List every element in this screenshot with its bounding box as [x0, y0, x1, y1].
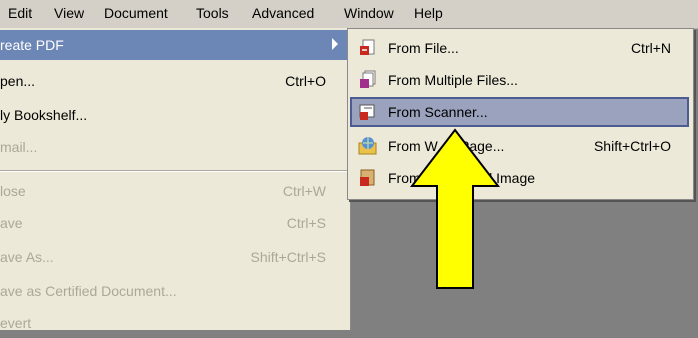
file-menu-dropdown: reate PDF pen... Ctrl+O ly Bookshelf... … — [0, 28, 351, 331]
submenu-item-label: From File... — [388, 40, 459, 56]
menu-item-my-bookshelf[interactable]: ly Bookshelf... — [0, 100, 348, 130]
menu-bar: Edit View Document Tools Advanced Window… — [0, 0, 698, 29]
yellow-arrow-icon — [410, 128, 500, 289]
menu-item-save-as: ave As... Shift+Ctrl+S — [0, 242, 348, 272]
create-pdf-submenu: From File... Ctrl+N From Multiple Files.… — [347, 28, 694, 200]
menu-view[interactable]: View — [54, 5, 84, 21]
menu-item-label: ave — [0, 215, 23, 231]
submenu-item-from-scanner[interactable]: From Scanner... — [350, 97, 689, 127]
submenu-item-label: From Multiple Files... — [388, 72, 518, 88]
web-page-icon — [358, 137, 377, 155]
submenu-item-from-web-page[interactable]: From W Page... Shift+Ctrl+O — [350, 131, 689, 161]
menu-item-revert: evert — [0, 308, 348, 338]
menu-item-shortcut: Ctrl+O — [285, 73, 326, 89]
submenu-item-from-file[interactable]: From File... Ctrl+N — [350, 33, 689, 63]
menu-item-label: ly Bookshelf... — [0, 107, 88, 123]
submenu-arrow-icon — [332, 38, 338, 50]
menu-item-label: evert — [0, 315, 32, 331]
menu-help[interactable]: Help — [414, 5, 443, 21]
menu-item-shortcut: Ctrl+S — [286, 215, 326, 231]
menu-item-shortcut: Ctrl+W — [282, 183, 326, 199]
menu-item-label: pen... — [0, 73, 36, 89]
menu-separator — [0, 170, 348, 172]
menu-item-label: reate PDF — [0, 37, 64, 53]
menu-item-create-pdf[interactable]: reate PDF — [0, 30, 348, 60]
submenu-item-from-multiple-files[interactable]: From Multiple Files... — [350, 65, 689, 95]
menu-item-label: ave as Certified Document... — [0, 283, 177, 299]
menu-item-save: ave Ctrl+S — [0, 208, 348, 238]
submenu-item-shortcut: Shift+Ctrl+O — [593, 138, 671, 154]
menu-item-shortcut: Shift+Ctrl+S — [250, 249, 326, 265]
menu-window[interactable]: Window — [344, 5, 394, 21]
menu-item-email: mail... — [0, 132, 348, 162]
scanner-icon — [359, 104, 375, 120]
menu-item-save-as-certified: ave as Certified Document... — [0, 276, 348, 306]
menu-item-label: lose — [0, 183, 26, 199]
menu-item-label: ave As... — [0, 249, 54, 265]
menu-tools[interactable]: Tools — [196, 5, 229, 21]
clipboard-image-icon — [360, 169, 375, 186]
menu-item-open[interactable]: pen... Ctrl+O — [0, 66, 348, 96]
submenu-item-from-clipboard-image[interactable]: From ard Image — [350, 163, 689, 193]
menu-advanced[interactable]: Advanced — [252, 5, 314, 21]
pdf-multiple-files-icon — [360, 70, 376, 88]
submenu-item-label: From Scanner... — [388, 104, 488, 120]
pdf-file-icon — [360, 39, 375, 55]
menu-edit[interactable]: Edit — [8, 5, 32, 21]
menu-item-label: mail... — [0, 139, 38, 155]
menu-item-close: lose Ctrl+W — [0, 176, 348, 206]
submenu-item-shortcut: Ctrl+N — [630, 40, 671, 56]
menu-document[interactable]: Document — [104, 5, 168, 21]
